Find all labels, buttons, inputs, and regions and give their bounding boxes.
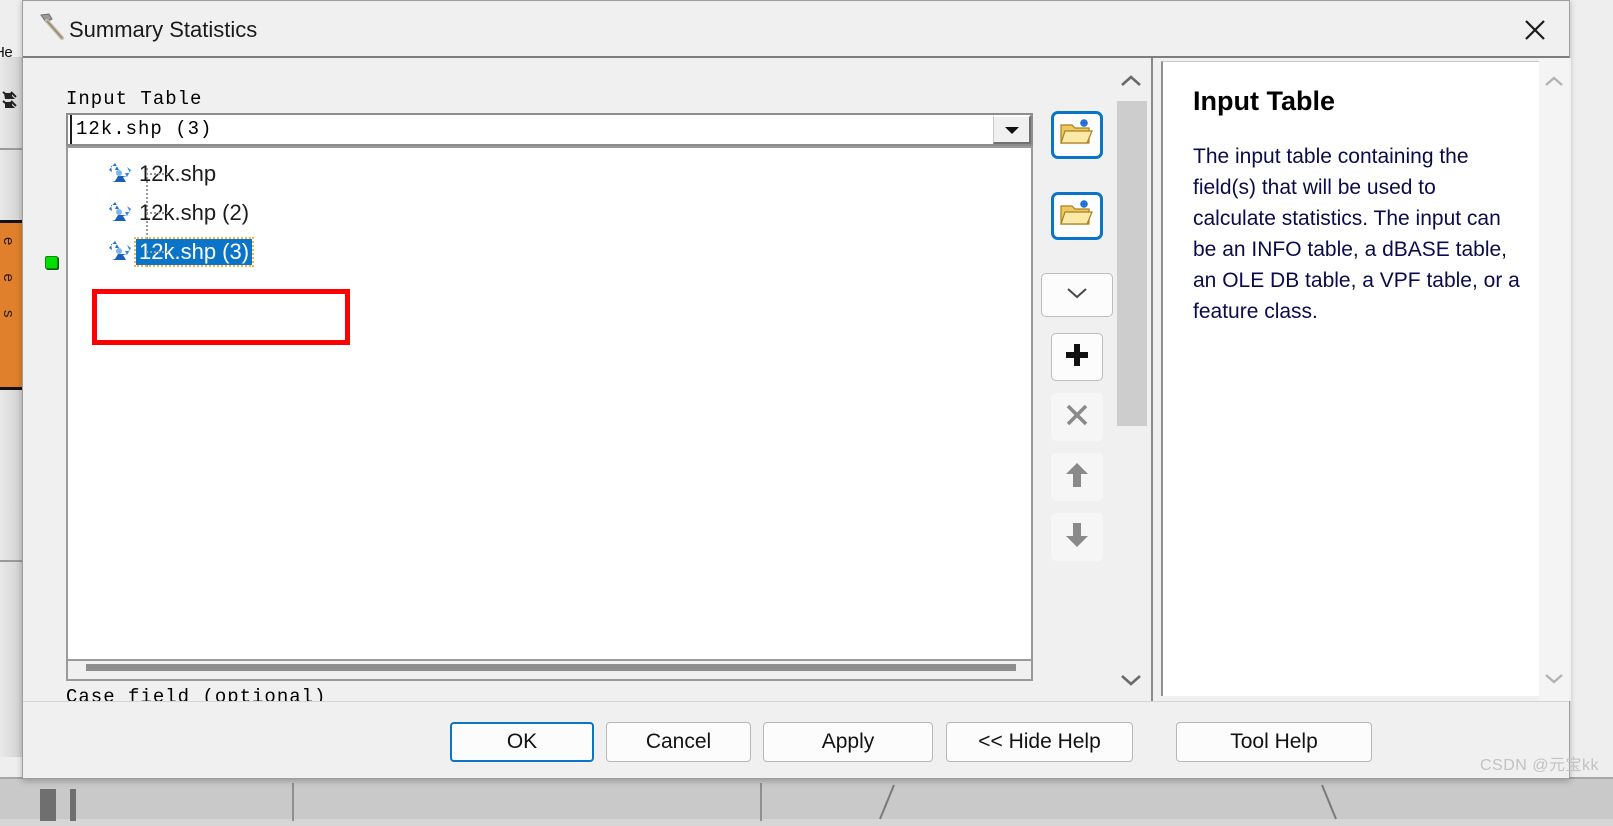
arrow-down-icon — [1065, 521, 1089, 554]
input-table-combobox[interactable]: 12k.shp (3) — [66, 113, 1033, 146]
hammer-tool-icon — [35, 11, 67, 43]
summary-statistics-dialog: Summary Statistics Input Table 12k.shp (… — [22, 0, 1571, 779]
remove-row-button[interactable] — [1051, 393, 1103, 441]
feature-layer-icon — [106, 162, 132, 186]
status-separator — [760, 783, 762, 821]
tree-connector-horizontal — [146, 251, 168, 253]
dialog-vertical-scrollbar[interactable] — [1114, 58, 1148, 701]
feature-layer-icon — [106, 201, 132, 225]
move-up-button[interactable] — [1051, 453, 1103, 501]
dropdown-horizontal-scrollbar[interactable] — [68, 659, 1031, 679]
status-slash-glyph — [874, 783, 900, 821]
background-vertical-tab[interactable]: e e s — [0, 220, 22, 390]
input-table-dropdown-list[interactable]: 12k.shp 12k.shp (2) 12k.shp (3) — [66, 146, 1033, 681]
help-scrollbar[interactable] — [1539, 58, 1569, 701]
chevron-down-icon[interactable] — [1539, 663, 1569, 693]
list-item-selected[interactable]: 12k.shp (3) — [68, 232, 1031, 271]
scrollbar-thumb[interactable] — [1117, 101, 1147, 426]
dialog-button-bar: OK Cancel Apply << Hide Help Tool Help — [23, 701, 1569, 778]
watermark: CSDN @元宝kk — [1479, 757, 1599, 774]
arrow-up-icon — [1065, 461, 1089, 494]
folder-open-add-icon — [1059, 118, 1095, 153]
dialog-title: Summary Statistics — [69, 17, 258, 42]
tree-connector-horizontal — [146, 173, 168, 175]
folder-open-add-icon — [1059, 199, 1095, 234]
dialog-body: Input Table 12k.shp (3) 12k.shp 12k.shp … — [23, 58, 1571, 740]
plus-icon — [1064, 342, 1090, 373]
tool-help-button[interactable]: Tool Help — [1176, 722, 1372, 762]
hide-help-button[interactable]: << Hide Help — [946, 722, 1133, 762]
cancel-button[interactable]: Cancel — [606, 722, 751, 762]
vertical-tab-label: e e s — [0, 237, 17, 330]
parameters-pane: Input Table 12k.shp (3) 12k.shp 12k.shp … — [33, 58, 1133, 740]
browse-input-table-button[interactable] — [1051, 111, 1103, 159]
ok-button[interactable]: OK — [450, 722, 594, 762]
help-content: Input Table The input table containing t… — [1161, 61, 1541, 696]
browse-output-table-button[interactable] — [1051, 192, 1103, 240]
background-status-bar — [0, 777, 1613, 821]
chevron-down-icon[interactable] — [1114, 663, 1148, 697]
required-parameter-indicator — [45, 256, 58, 269]
help-panel: Input Table The input table containing t… — [1151, 58, 1571, 701]
move-down-button[interactable] — [1051, 513, 1103, 561]
help-title: Input Table — [1193, 86, 1335, 116]
status-backslash-glyph — [1316, 783, 1342, 821]
feature-layer-icon — [106, 240, 132, 264]
add-row-button[interactable] — [1051, 333, 1103, 381]
chevron-up-icon[interactable] — [1539, 66, 1569, 96]
dialog-titlebar[interactable]: Summary Statistics — [23, 1, 1569, 58]
x-icon — [1064, 402, 1090, 433]
apply-button[interactable]: Apply — [763, 722, 933, 762]
scrollbar-thumb[interactable] — [86, 664, 1016, 671]
field-dropdown-button[interactable] — [1041, 273, 1113, 317]
help-body-text: The input table containing the field(s) … — [1193, 145, 1520, 323]
pin-arrow-icon[interactable] — [2, 90, 20, 130]
tree-connector-horizontal — [146, 212, 168, 214]
chevron-up-icon[interactable] — [1114, 64, 1148, 98]
dropdown-options: 12k.shp 12k.shp (2) 12k.shp (3) — [68, 148, 1031, 659]
input-table-value[interactable]: 12k.shp (3) — [70, 115, 993, 144]
close-icon[interactable] — [1513, 9, 1557, 51]
list-item[interactable]: 12k.shp (2) — [68, 193, 1031, 232]
status-indicator — [70, 789, 76, 821]
triangle-down-icon[interactable] — [993, 115, 1031, 144]
status-separator — [292, 783, 294, 821]
input-table-label: Input Table — [66, 88, 203, 110]
chevron-down-icon — [1066, 286, 1088, 305]
list-item[interactable]: 12k.shp — [68, 154, 1031, 193]
status-indicator — [40, 789, 56, 821]
